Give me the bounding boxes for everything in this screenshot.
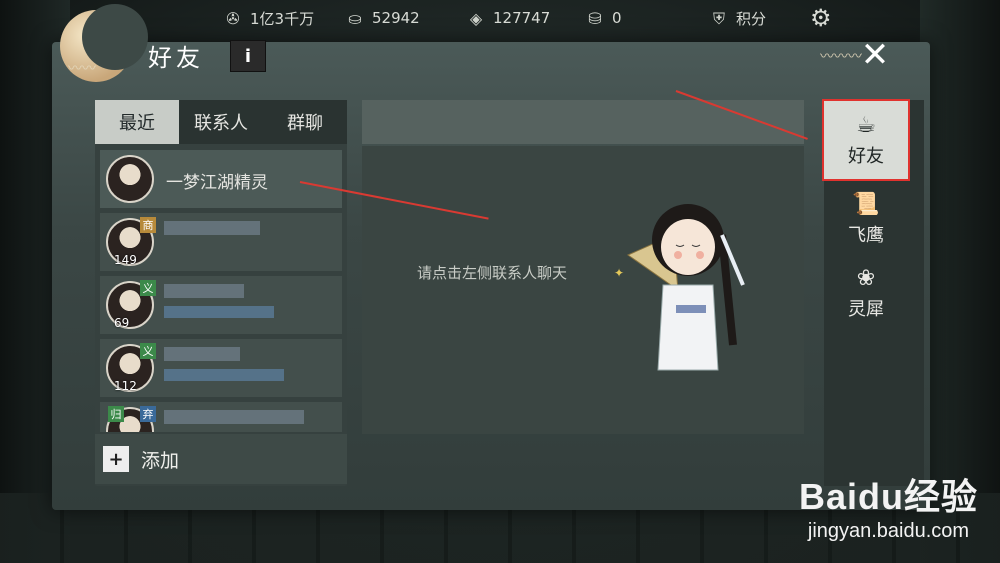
resource-silver-value: 52942 xyxy=(372,9,420,27)
side-tab-friends-label: 好友 xyxy=(848,145,884,167)
jade-ticket-icon: ◈ xyxy=(469,8,483,28)
resource-gold-value: 0 xyxy=(612,9,622,27)
add-friend-label: 添加 xyxy=(141,449,180,472)
tab-group-chat[interactable]: 群聊 xyxy=(263,100,347,144)
list-item[interactable]: 商 149 xyxy=(100,213,342,271)
silver-ingot-icon: ⛀ xyxy=(348,8,362,28)
blurred-name xyxy=(164,410,304,424)
side-tab-lingxi-label: 灵犀 xyxy=(848,298,884,320)
blurred-signature xyxy=(164,369,284,381)
scroll-icon: 📜 xyxy=(852,191,880,217)
list-item[interactable]: 义 69 xyxy=(100,276,342,334)
add-friend-button[interactable]: + 添加 xyxy=(95,434,347,484)
list-item[interactable]: 义 112 xyxy=(100,339,342,397)
side-tab-friends[interactable]: ☕ 好友 xyxy=(822,99,910,181)
info-button[interactable]: i xyxy=(230,40,266,72)
guild-badge: 义 xyxy=(140,343,156,359)
resource-points-label: 积分 xyxy=(736,10,767,28)
level-label: 69 xyxy=(114,316,130,330)
guild-badge: 归 xyxy=(108,406,124,422)
panel-title: 好友 xyxy=(148,44,204,72)
resource-silver[interactable]: ⛀ 52942 xyxy=(344,8,420,28)
resource-coins-value: 1亿3千万 xyxy=(250,10,315,28)
watermark-url: jingyan.baidu.com xyxy=(807,520,970,542)
level-label: 149 xyxy=(114,253,137,267)
settings-button[interactable]: ⚙ xyxy=(810,4,832,32)
tab-recent[interactable]: 最近 xyxy=(95,100,179,144)
close-icon: ✕ xyxy=(860,35,890,75)
guild-badge: 义 xyxy=(140,280,156,296)
baidu-watermark: Baidu经验 jingyan.baidu.com xyxy=(799,468,978,543)
gold-ingot-icon: ⛁ xyxy=(588,8,602,28)
add-user-icon: + xyxy=(103,446,129,472)
side-tab-eagle[interactable]: 📜 飞鹰 xyxy=(824,180,908,258)
blurred-name xyxy=(164,284,244,298)
lingxi-icon: ❀ xyxy=(856,265,876,291)
side-tab-eagle-label: 飞鹰 xyxy=(848,224,884,246)
cloud-ornament-left: 〰〰 xyxy=(68,61,96,77)
contact-tabs: 最近 联系人 群聊 xyxy=(95,100,347,144)
status-badge: 弃 xyxy=(140,406,156,422)
gear-icon: ⚙ xyxy=(810,4,832,32)
guild-badge: 商 xyxy=(140,217,156,233)
side-tab-lingxi[interactable]: ❀ 灵犀 xyxy=(824,254,908,332)
blurred-signature xyxy=(164,306,274,318)
watermark-logo: Baidu经验 xyxy=(798,476,978,517)
avatar xyxy=(106,155,154,203)
contact-name: 一梦江湖精灵 xyxy=(166,173,268,193)
blurred-name xyxy=(164,347,240,361)
list-item[interactable]: 一梦江湖精灵 xyxy=(100,150,342,208)
resource-coins[interactable]: ✇ 1亿3千万 xyxy=(222,8,314,29)
empty-chat-hint: 请点击左侧联系人聊天 xyxy=(417,264,568,282)
level-label: 112 xyxy=(114,379,137,393)
resource-points[interactable]: ⛨ 积分 xyxy=(708,8,766,29)
shield-points-icon: ⛨ xyxy=(712,8,725,28)
close-button[interactable]: ✕ xyxy=(852,32,898,78)
resource-gold[interactable]: ⛁ 0 xyxy=(584,8,622,28)
tab-contacts[interactable]: 联系人 xyxy=(179,100,263,144)
fan-character-illustration xyxy=(626,204,745,371)
resource-jade-value: 127747 xyxy=(493,9,551,27)
teapot-icon: ☕ xyxy=(856,112,876,138)
resource-jade[interactable]: ◈ 127747 xyxy=(465,8,550,28)
blurred-name xyxy=(164,221,260,235)
chat-header xyxy=(362,100,804,144)
contact-list[interactable]: 一梦江湖精灵 商 149 义 69 义 112 归 弃 xyxy=(100,150,342,432)
list-item[interactable]: 归 弃 xyxy=(100,402,342,432)
film-reel-icon: ✇ xyxy=(226,9,240,28)
